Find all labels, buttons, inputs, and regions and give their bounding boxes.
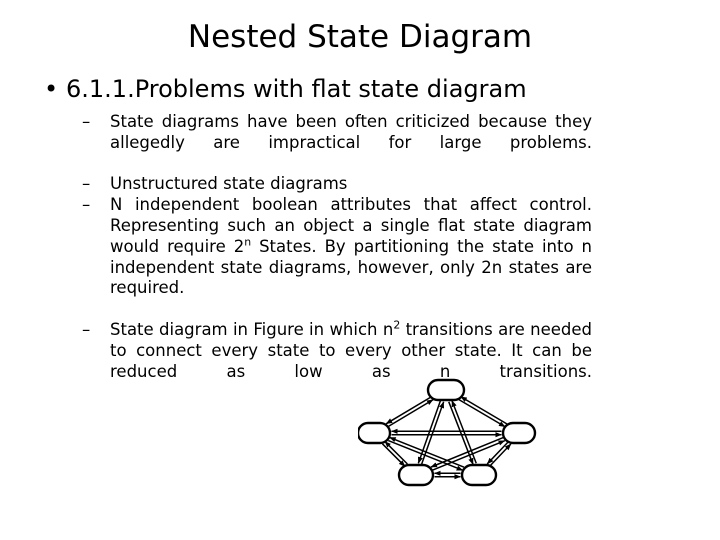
page-title: Nested State Diagram <box>187 19 533 55</box>
state-node-s1 <box>426 378 466 402</box>
state-node-s2 <box>358 421 392 445</box>
transition-s3-s5 <box>486 441 510 465</box>
superscript: 2 <box>393 318 401 332</box>
bullet-dash-icon: – <box>82 319 91 339</box>
transition-s1-s3 <box>458 398 506 428</box>
transition-s1-s2 <box>385 396 432 425</box>
bullet-dash-icon: – <box>82 174 91 194</box>
transition-s3-s5 <box>489 443 512 467</box>
bullet-level1-text: 6.1.1.Problems with flat state diagram <box>66 75 527 103</box>
state-node-s3 <box>501 421 537 445</box>
state-node-s4 <box>397 463 435 487</box>
flat-state-diagram-svg <box>358 378 537 487</box>
transition-s1-s2 <box>387 398 434 428</box>
bullet-level2-text: Unstructured state diagrams <box>110 174 348 194</box>
bullet-level1: • 6.1.1.Problems with flat state diagram <box>36 74 592 104</box>
slide-canvas: Nested State Diagram • 6.1.1.Problems wi… <box>0 0 720 540</box>
transition-s2-s4 <box>381 443 406 467</box>
transition-edges <box>381 396 512 480</box>
bullet-level2-unstructured: – Unstructured state diagrams <box>36 174 592 195</box>
superscript: n <box>244 235 252 249</box>
bullet-dot-icon: • <box>44 75 59 103</box>
transition-s1-s3 <box>460 396 508 425</box>
state-node-s5 <box>460 463 498 487</box>
bullet-dash-icon: – <box>82 195 91 215</box>
bullet-level2-text: State diagrams have been often criticize… <box>110 112 592 152</box>
bullet-level2-n-independent: – N independent boolean attributes that a… <box>36 195 592 320</box>
bullet-level2-list: – State diagrams have been often criticiz… <box>36 112 592 403</box>
bullet-level2-criticized: – State diagrams have been often criticiz… <box>36 112 592 174</box>
flat-state-diagram-figure <box>358 372 544 494</box>
slide-body: • 6.1.1.Problems with flat state diagram… <box>36 74 592 403</box>
state-nodes <box>358 378 537 487</box>
transition-s2-s4 <box>384 440 408 465</box>
bullet-level2-text: N independent boolean attributes that af… <box>110 195 592 298</box>
bullet-dash-icon: – <box>82 112 91 131</box>
